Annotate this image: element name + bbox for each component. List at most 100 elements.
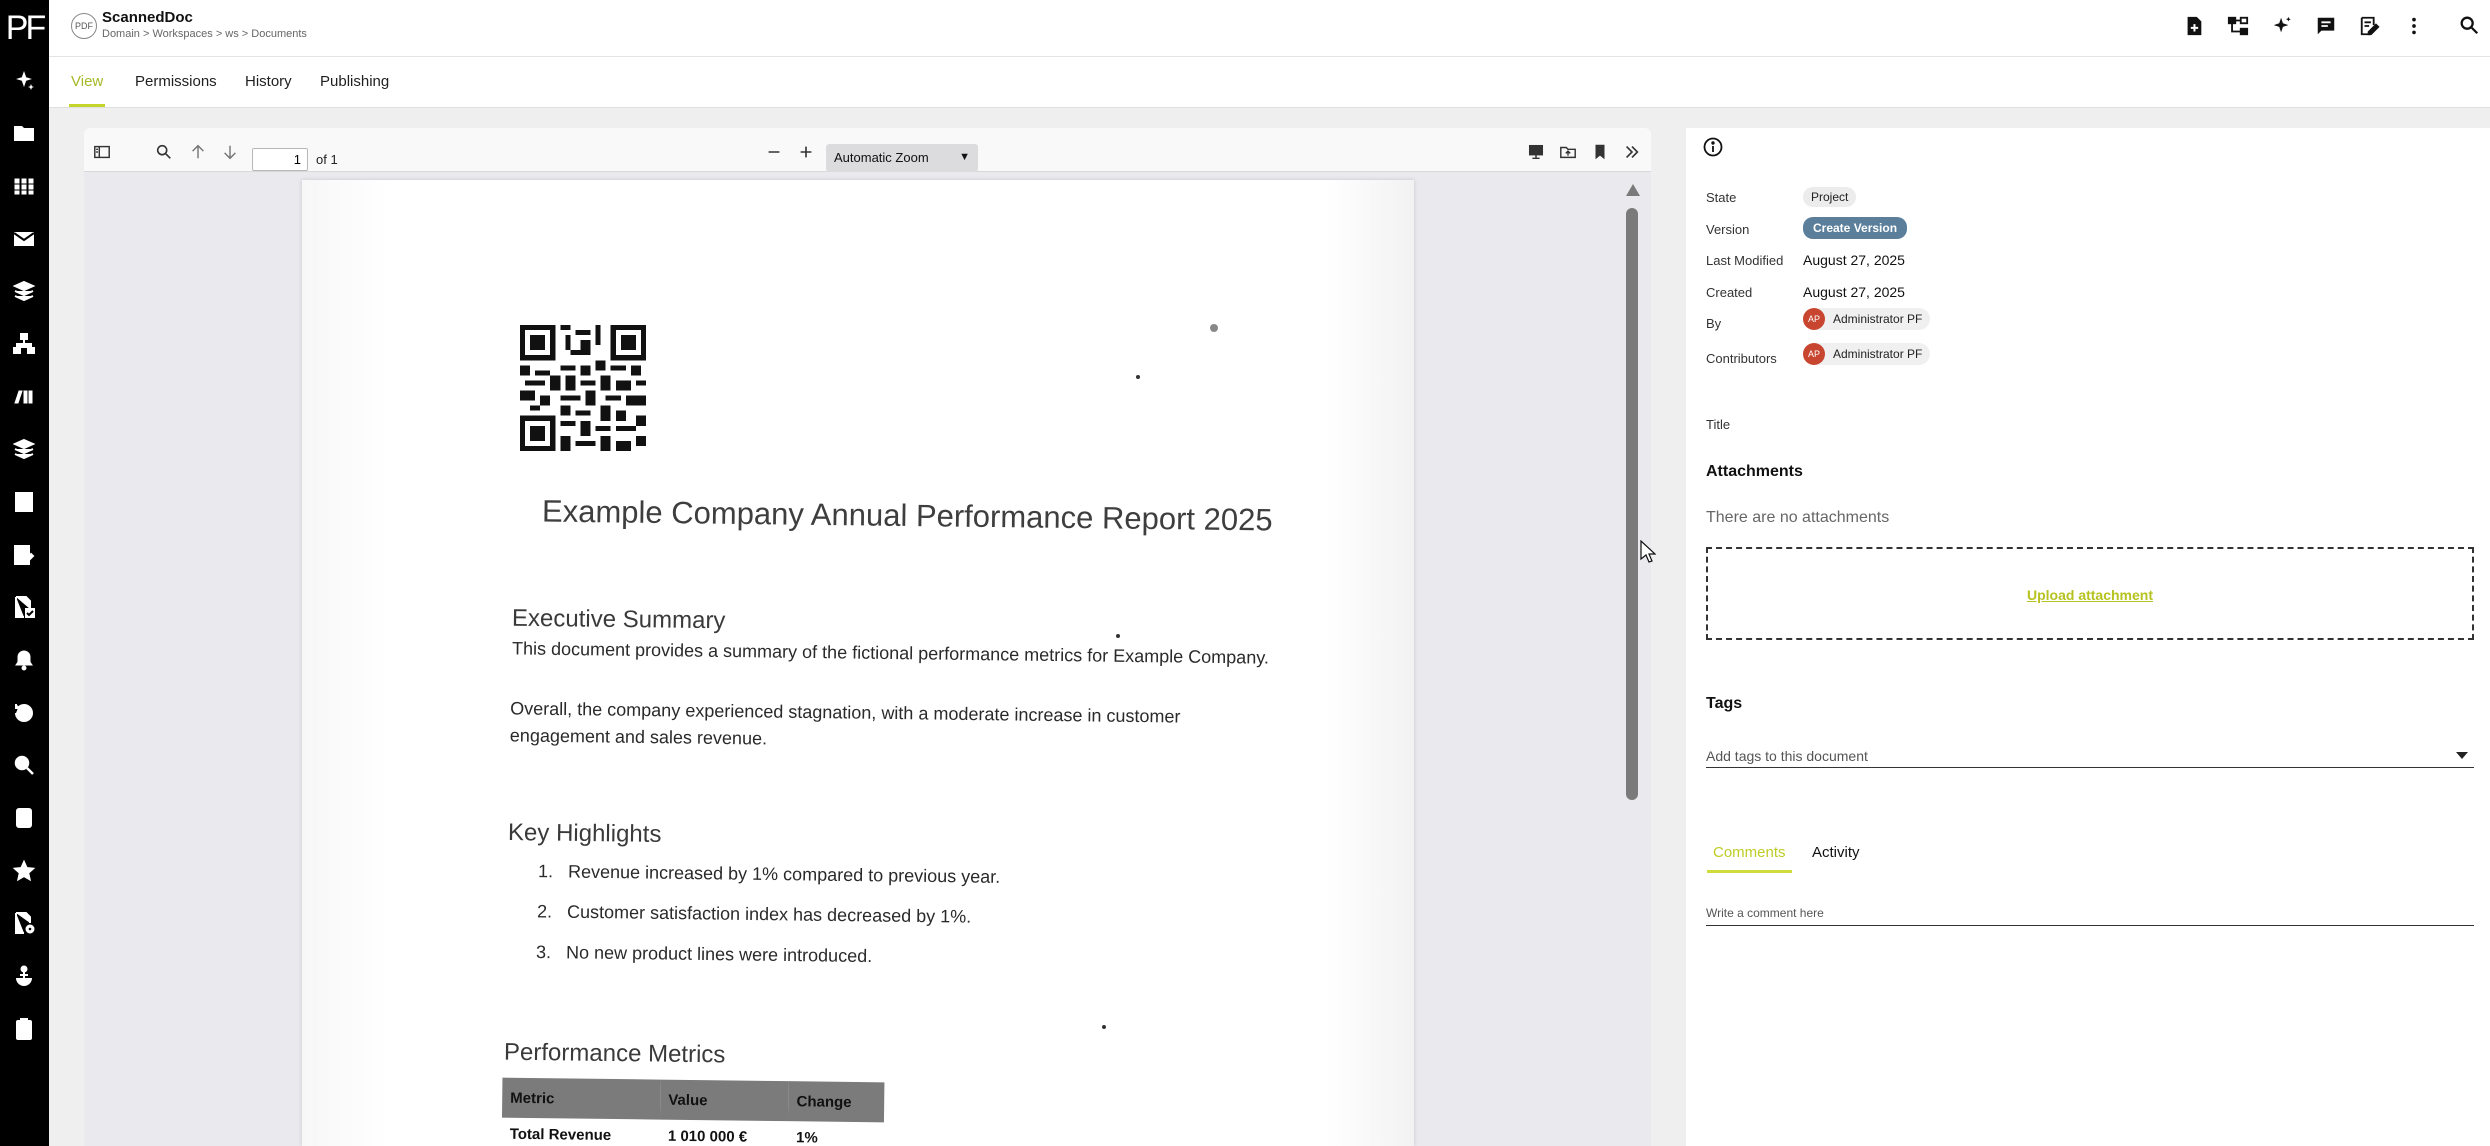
org-chart-icon[interactable] (9, 329, 39, 359)
folder-icon[interactable] (9, 118, 39, 148)
task-check-icon[interactable] (9, 803, 39, 833)
attachment-dropzone[interactable]: Upload attachment (1706, 547, 2474, 640)
document-list-icon[interactable] (9, 487, 39, 517)
pdf-heading-key-highlights: Key Highlights (507, 819, 662, 848)
breadcrumb[interactable]: Domain > Workspaces > ws > Documents (102, 28, 307, 40)
pdf-document-title: Example Company Annual Performance Repor… (541, 493, 1273, 538)
scrollbar-thumb[interactable] (1626, 208, 1638, 800)
version-label: Version (1706, 222, 1750, 237)
chevron-down-icon: ▼ (959, 151, 970, 163)
app-logo[interactable]: PF (0, 8, 49, 48)
history-icon[interactable] (9, 698, 39, 728)
table-row: Total Revenue 1 010 000 € 1% (501, 1117, 884, 1146)
zoom-out-icon[interactable] (762, 140, 786, 164)
tags-heading: Tags (1706, 695, 1743, 712)
scan-speck (1102, 1025, 1106, 1029)
zoom-select[interactable]: Automatic Zoom ▼ (826, 144, 978, 172)
sparkle-icon[interactable] (9, 66, 39, 96)
presentation-mode-icon[interactable] (1524, 140, 1548, 164)
pdf-paragraph-1: This document provides a summary of the … (511, 638, 1270, 668)
created-label: Created (1706, 285, 1753, 300)
last-modified-label: Last Modified (1706, 253, 1784, 268)
next-page-icon[interactable] (218, 140, 242, 164)
sidebar-toggle-icon[interactable] (90, 140, 114, 164)
document-settings-icon[interactable] (9, 908, 39, 938)
create-version-button[interactable]: Create Version (1803, 217, 1908, 239)
anchor-icon[interactable] (9, 961, 39, 991)
zoom-select-value: Automatic Zoom (834, 150, 929, 165)
pdf-heading-performance-metrics: Performance Metrics (503, 1038, 726, 1069)
mail-icon[interactable] (9, 224, 39, 254)
chevron-down-icon[interactable] (2456, 752, 2468, 759)
tab-publishing[interactable]: Publishing (320, 73, 389, 90)
table-header: Metric (501, 1077, 661, 1120)
created-value: August 27, 2025 (1803, 284, 1905, 300)
box-stack-2-icon[interactable] (9, 434, 39, 464)
scan-speck (1116, 634, 1120, 638)
tab-history[interactable]: History (245, 73, 292, 90)
scroll-up-arrow-icon[interactable] (1626, 184, 1640, 196)
left-nav-rail: PF (0, 0, 49, 1146)
tab-comments[interactable]: Comments (1707, 844, 1792, 873)
pdf-heading-executive-summary: Executive Summary (511, 604, 726, 635)
document-check-icon[interactable] (9, 592, 39, 622)
search-icon[interactable] (9, 750, 39, 780)
document-tabs: View Permissions History Publishing (49, 56, 2490, 108)
apps-grid-icon[interactable] (9, 171, 39, 201)
info-icon[interactable] (1702, 136, 1724, 158)
add-document-icon[interactable] (2182, 14, 2206, 38)
avatar: AP (1803, 308, 1825, 330)
contributors-label: Contributors (1706, 351, 1777, 366)
state-badge: Project (1803, 187, 1857, 207)
tab-permissions[interactable]: Permissions (135, 73, 217, 90)
tab-view[interactable]: View (68, 73, 106, 107)
contributor-name: Administrator PF (1833, 347, 1923, 361)
search-icon[interactable] (2458, 14, 2484, 40)
hierarchy-icon[interactable] (2226, 14, 2250, 38)
comment-icon[interactable] (2314, 14, 2338, 38)
document-title: ScannedDoc (102, 9, 193, 26)
tags-placeholder: Add tags to this document (1706, 748, 1868, 764)
top-header: PDF ScannedDoc Domain > Workspaces > ws … (49, 0, 2490, 56)
table-header: Value (660, 1079, 789, 1122)
comment-placeholder: Write a comment here (1706, 906, 1824, 920)
tab-activity[interactable]: Activity (1812, 844, 1860, 861)
pdf-viewer: of 1 Automatic Zoom ▼ (84, 128, 1651, 1146)
find-icon[interactable] (152, 140, 176, 164)
more-vertical-icon[interactable] (2402, 14, 2426, 38)
pdf-metrics-table: Metric Value Change Total Revenue 1 010 … (501, 1077, 885, 1146)
author-chip[interactable]: AP Administrator PF (1803, 308, 1931, 330)
zoom-in-icon[interactable] (794, 140, 818, 164)
page-count: of 1 (316, 152, 338, 167)
viewer-toolbar: of 1 Automatic Zoom ▼ (84, 128, 1651, 172)
edit-document-icon[interactable] (9, 540, 39, 570)
upload-attachment-link[interactable]: Upload attachment (1708, 587, 2472, 603)
mouse-cursor-icon (1640, 540, 1656, 563)
box-stack-icon[interactable] (9, 276, 39, 306)
table-header: Change (788, 1081, 885, 1123)
viewer-scrollbar[interactable] (1625, 184, 1640, 1146)
notification-icon[interactable] (9, 645, 39, 675)
open-file-icon[interactable] (1556, 140, 1580, 164)
by-label: By (1706, 316, 1722, 331)
tags-input[interactable]: Add tags to this document (1706, 740, 2474, 768)
clipboard-icon[interactable] (9, 1014, 39, 1044)
contributor-chip[interactable]: AP Administrator PF (1803, 343, 1931, 365)
bookmark-icon[interactable] (1588, 140, 1612, 164)
header-actions (2182, 14, 2426, 38)
scan-speck (1136, 375, 1140, 379)
workflow-icon[interactable] (9, 382, 39, 412)
previous-page-icon[interactable] (186, 140, 210, 164)
edit-note-icon[interactable] (2358, 14, 2382, 38)
tools-menu-icon[interactable] (1620, 140, 1644, 164)
avatar: AP (1803, 343, 1825, 365)
star-icon[interactable] (9, 856, 39, 886)
page-number-input[interactable] (252, 148, 308, 171)
pdf-page: Example Company Annual Performance Repor… (302, 180, 1414, 1146)
qr-code-image (520, 325, 646, 451)
scan-speck (1210, 324, 1218, 332)
pdf-list-item: 3. No new product lines were introduced. (535, 941, 873, 967)
sparkle-icon[interactable] (2270, 14, 2294, 38)
comment-input[interactable]: Write a comment here (1706, 902, 2474, 926)
pdf-list-item: 2. Customer satisfaction index has decrea… (536, 901, 972, 927)
